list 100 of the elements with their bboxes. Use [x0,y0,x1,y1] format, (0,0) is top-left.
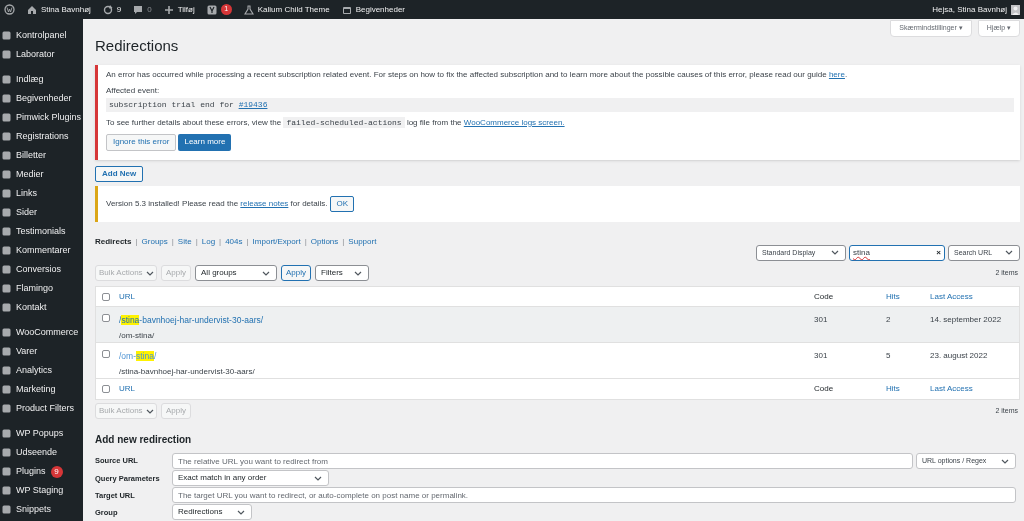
sidebar-item[interactable]: Marketing [16,382,56,397]
column-header[interactable]: URL [119,291,135,301]
code-text: failed-scheduled-actions [283,116,405,128]
comment-icon [133,4,144,15]
sidebar-item[interactable]: Kontrolpanel [16,28,67,43]
sidebar-item[interactable]: WooCommerce [16,325,79,340]
input-field[interactable]: The relative URL you want to redirect from [172,453,913,470]
sidebar-item[interactable]: WP Popups [16,426,64,441]
link[interactable]: #19436 [238,99,268,109]
comment-count[interactable]: 0 [147,3,152,16]
menu-square-icon [2,347,11,356]
checkbox[interactable] [102,384,110,393]
menu-square-icon [2,151,11,160]
group-select[interactable]: All groups [195,265,277,282]
sidebar-item[interactable]: Plugins [16,464,46,479]
sidebar-item[interactable]: Indlæg [16,72,44,87]
subnav-link[interactable]: Groups [141,235,168,248]
sidebar-item[interactable]: Snippets [16,502,52,517]
primary-button[interactable]: Learn more [178,133,232,151]
menu-square-icon [2,284,11,293]
clear-button[interactable]: × [936,246,941,259]
filters-select[interactable]: Filters [315,265,370,282]
menu-square-icon [2,505,11,514]
link[interactable]: release notes [240,198,289,208]
menu-square-icon [2,448,11,457]
separator-text: | [195,235,198,248]
menu-square-icon [2,486,11,495]
add-new-button[interactable]: Add New [95,165,144,182]
select-field[interactable]: Redirections [172,504,252,521]
admin-bar-link[interactable]: Kalium Child Theme [257,3,330,16]
wordpress-logo-icon [4,4,15,15]
menu-square-icon [2,303,11,312]
admin-bar-link[interactable]: Stina Bavnhøj [41,3,91,16]
separator-text: | [135,235,138,248]
notice-text: An error has occurred while processing a recent subscription related event. For steps on how to fix the affected subscription and to learn more about the possible causes of this error, please read our guide here. [106,69,849,80]
separator-text: | [342,235,345,248]
sidebar-item[interactable]: Kommentarer [16,243,71,258]
flask-icon [243,4,254,15]
ok-button[interactable]: OK [330,195,355,212]
admin-bar-link[interactable]: Tilføj [177,3,195,16]
plus-icon [163,4,174,15]
subnav-link[interactable]: Import/Export [252,235,301,248]
sidebar-item[interactable]: Pimwick Plugins [16,110,82,125]
apply-button[interactable]: Apply [281,265,312,282]
select-field[interactable]: Exact match in any order [172,470,329,487]
search-field[interactable]: stina × [849,244,945,261]
sidebar-item[interactable]: Sider [16,205,37,220]
menu-square-icon [2,170,11,179]
sidebar-item[interactable]: Links [16,186,37,201]
sidebar-item[interactable]: Udseende [16,445,58,460]
menu-square-icon [2,385,11,394]
sidebar-item[interactable]: Product Filters [16,401,75,416]
separator-text: | [219,235,222,248]
checkbox[interactable] [102,314,110,323]
column-header[interactable]: Last Access [930,383,973,393]
column-header[interactable]: URL [119,383,135,393]
calendar-icon [341,4,352,15]
link[interactable]: here [828,69,845,79]
sidebar-item[interactable]: Begivenheder [16,91,72,106]
input-field[interactable]: The target URL you want to redirect, or auto-complete on post name or permalink. [172,487,1016,504]
sidebar-item[interactable]: Conversios [16,262,62,277]
menu-square-icon [2,94,11,103]
subnav-link[interactable]: Options [310,235,339,248]
update-count[interactable]: 9 [116,3,122,16]
table-cell: 2 [886,315,891,325]
subnav-link[interactable]: 404s [225,235,243,248]
sidebar-item[interactable]: Registrations [16,129,69,144]
sidebar-item[interactable]: Testimonials [16,224,66,239]
sidebar-item[interactable]: Flamingo [16,281,53,296]
link[interactable]: WooCommerce logs screen. [463,117,565,127]
notice-text: To see further details about these errors, view the failed-scheduled-actions log file from the WooCommerce logs screen. [106,116,566,129]
sidebar-item[interactable]: Kontakt [16,300,47,315]
sidebar-item[interactable]: Billetter [16,148,46,163]
menu-square-icon [2,132,11,141]
code-block: subscription trial end for #19436 [106,97,1014,112]
subnav-link[interactable]: Log [201,235,216,248]
subnav-link[interactable]: Site [177,235,192,248]
user-greeting[interactable]: Hejsa, Stina Bavnhøj [932,3,1007,16]
subnav-link[interactable]: Redirects [95,235,132,248]
checkbox[interactable] [102,292,110,301]
menu-square-icon [2,227,11,236]
column-header[interactable]: Last Access [930,291,973,301]
table-cell: 301 [814,351,828,361]
table-cell: 23. august 2022 [930,351,988,361]
admin-bar-link[interactable]: Begivenheder [355,3,405,16]
sidebar-item[interactable]: Laborator [16,47,55,62]
sidebar-item[interactable]: WP Staging [16,483,64,498]
subnav-link[interactable]: Support [348,235,377,248]
secondary-button[interactable]: Ignore this error [106,133,177,151]
search-match: stina [136,351,154,362]
sidebar-item[interactable]: Varer [16,344,38,359]
column-header[interactable]: Hits [886,383,900,393]
column-header[interactable]: Hits [886,291,900,301]
menu-square-icon [2,31,11,40]
menu-square-icon [2,50,11,59]
sidebar-item[interactable]: Medier [16,167,44,182]
sidebar-item[interactable]: Analytics [16,363,52,378]
seo-plugin-icon [206,4,217,15]
menu-square-icon [2,366,11,375]
refresh-icon [102,4,113,15]
